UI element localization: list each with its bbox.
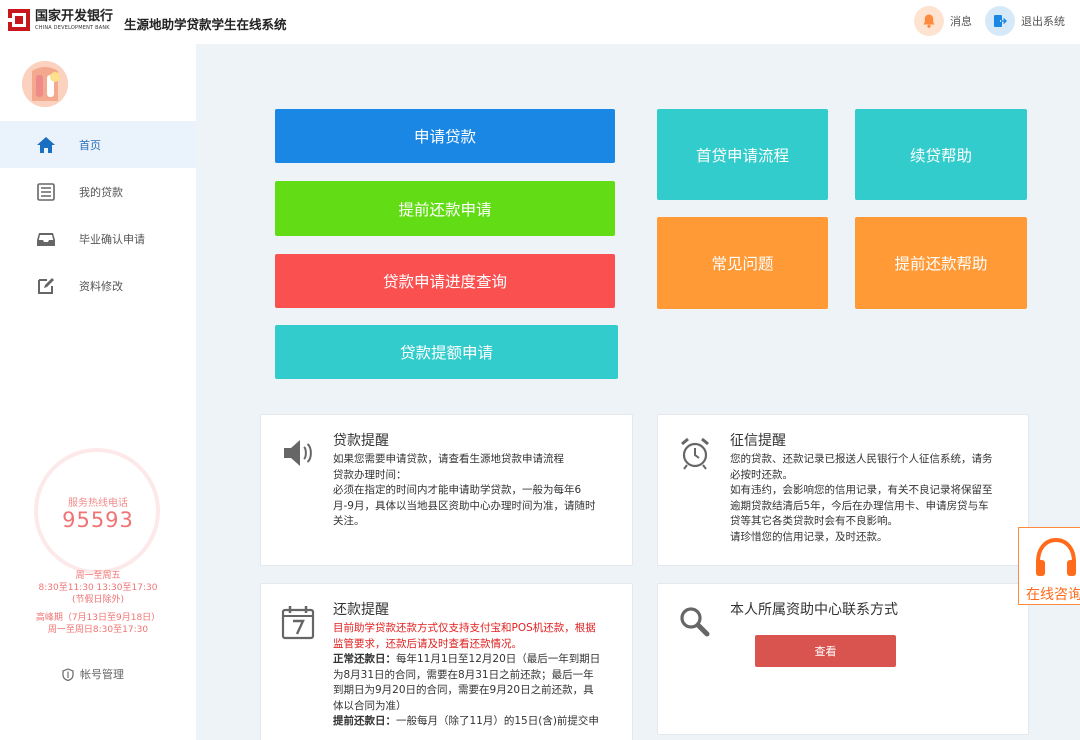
early-repay-help-button[interactable]: 提前还款帮助 [855,217,1027,309]
card-text-line: 必按时还款。 [730,468,793,481]
card-title: 还款提醒 [333,602,389,618]
normal-repay-label: 正常还款日： [333,653,396,665]
top-header: 国家开发银行 CHINA DEVELOPMENT BANK 生源地助学贷款学生在… [0,0,1080,44]
card-text-line: 月-9月，具体以当地县区资助中心办理时间为准，请随时 [333,499,596,512]
view-contact-button[interactable]: 查看 [755,635,896,667]
faq-button[interactable]: 常见问题 [657,217,828,309]
card-body: 如果您需要申请贷款，请查看生源地贷款申请流程 贷款办理时间： 必须在指定的时间内… [333,452,595,530]
inbox-icon [36,229,56,249]
funding-center-contact-card: 本人所属资助中心联系方式 查看 [657,583,1029,735]
bank-logo[interactable]: 国家开发银行 CHINA DEVELOPMENT BANK [8,9,113,32]
card-title: 贷款提醒 [333,433,389,449]
account-management-link[interactable]: 帐号管理 [62,666,124,682]
list-icon [36,182,56,202]
sidebar-item-my-loans[interactable]: 我的贷款 [0,168,196,215]
card-text-line: 贷款办理时间： [333,468,407,481]
shield-icon [62,667,74,681]
card-text-line: 为8月31日的合同，需要在8月31日之前还款；最后一年 [333,668,594,681]
first-loan-flow-button[interactable]: 首贷申请流程 [657,109,828,200]
loan-increase-apply-button[interactable]: 贷款提额申请 [275,325,618,379]
calendar-icon [281,604,315,640]
card-text-line: 到期日为9月20日的合同，需要在9月20日之前还款，具 [333,684,594,696]
sidebar-item-label: 毕业确认申请 [79,232,145,246]
sidebar-item-label: 我的贷款 [79,185,123,199]
repay-reminder-card: 还款提醒 目前助学贷款还款方式仅支持支付宝和POS机还款，根据 监管要求，还款后… [260,583,633,740]
bank-logo-icon [8,9,30,31]
account-management-label: 帐号管理 [80,668,124,681]
apply-loan-button[interactable]: 申请贷款 [275,109,615,163]
credit-reminder-card: 征信提醒 您的贷款、还款记录已报送人民银行个人征信系统，请务 必按时还款。 如有… [657,414,1029,566]
sidebar-item-edit-profile[interactable]: 资料修改 [0,262,196,309]
logo-chinese-name: 国家开发银行 [35,9,114,24]
card-warning-line: 目前助学贷款还款方式仅支持支付宝和POS机还款，根据 [333,622,596,634]
card-text-line: 每年11月1日至12月20日（最后一年到期日 [396,653,601,665]
card-text-line: 请珍惜您的信用记录，及时还款。 [730,530,888,543]
loan-reminder-card: 贷款提醒 如果您需要申请贷款，请查看生源地贷款申请流程 贷款办理时间： 必须在指… [260,414,633,566]
sidebar-item-graduation-confirm[interactable]: 毕业确认申请 [0,215,196,262]
logout-icon [985,6,1015,36]
system-title: 生源地助学贷款学生在线系统 [124,17,287,32]
hotline-number: 95593 [62,508,134,532]
card-body: 您的贷款、还款记录已报送人民银行个人征信系统，请务 必按时还款。 如有违约，会影… [730,452,993,545]
sidebar-item-label: 资料修改 [79,279,123,293]
sidebar-nav: 首页 我的贷款 毕业确认申请 资料修改 [0,121,196,309]
sidebar-item-home[interactable]: 首页 [0,121,196,168]
hotline-label: 服务热线电话 [68,498,128,509]
card-text-line: 逾期贷款结清后5年，今后在办理信用卡、申请房贷与车 [730,499,989,512]
card-text-line: 如有违约，会影响您的信用记录，有关不良记录将保留至 [730,484,993,496]
sidebar: 首页 我的贷款 毕业确认申请 资料修改 服务热线电话 95593 周一至周五 8… [0,44,196,740]
card-text-line: 体以合同为准） [333,699,407,712]
speaker-icon [281,435,315,471]
loan-progress-query-button[interactable]: 贷款申请进度查询 [275,254,615,308]
service-hours-line: 周一至周五 [75,571,121,581]
early-repay-label: 提前还款日： [333,715,396,727]
alarm-clock-icon [678,435,712,471]
messages-label: 消息 [950,15,972,28]
card-title: 征信提醒 [730,433,786,449]
card-title: 本人所属资助中心联系方式 [730,602,898,618]
bell-icon [914,6,944,36]
card-text-line: 必须在指定的时间内才能申请助学贷款，一般为每年6 [333,484,582,496]
card-text-line: 贷等其它各类贷款时会有不良影响。 [730,515,898,527]
sidebar-item-label: 首页 [79,138,101,152]
card-text-line: 关注。 [333,515,365,527]
service-hours-line: (节假日除外) [71,595,125,605]
online-consult-button[interactable]: 在线咨询 [1018,527,1080,605]
card-text-line: 一般每月（除了11月）的15日(含)前提交申 [396,715,599,727]
card-body: 目前助学贷款还款方式仅支持支付宝和POS机还款，根据 监管要求，还款后请及时查看… [333,621,600,730]
card-text-line: 您的贷款、还款记录已报送人民银行个人征信系统，请务 [730,453,993,465]
search-icon [678,604,712,640]
logout-label: 退出系统 [1021,15,1065,28]
avatar[interactable] [22,61,68,107]
card-text-line: 如果您需要申请贷款，请查看生源地贷款申请流程 [333,453,564,465]
home-icon [36,135,56,155]
messages-button[interactable]: 消息 [914,6,972,36]
service-hours-line: 8:30至11:30 13:30至17:30 [38,583,158,593]
card-warning-line: 监管要求，还款后请及时查看还款情况。 [333,637,522,650]
edit-icon [36,276,56,296]
headset-icon [1033,536,1079,584]
logout-button[interactable]: 退出系统 [985,6,1065,36]
early-repay-apply-button[interactable]: 提前还款申请 [275,181,615,236]
online-consult-label: 在线咨询 [1026,587,1080,603]
peak-hours-line: 高峰期（7月13日至9月18日） [35,613,161,623]
logo-english-name: CHINA DEVELOPMENT BANK [35,25,110,31]
renew-loan-help-button[interactable]: 续贷帮助 [855,109,1027,200]
peak-hours-line: 周一至周日8:30至17:30 [47,625,149,635]
